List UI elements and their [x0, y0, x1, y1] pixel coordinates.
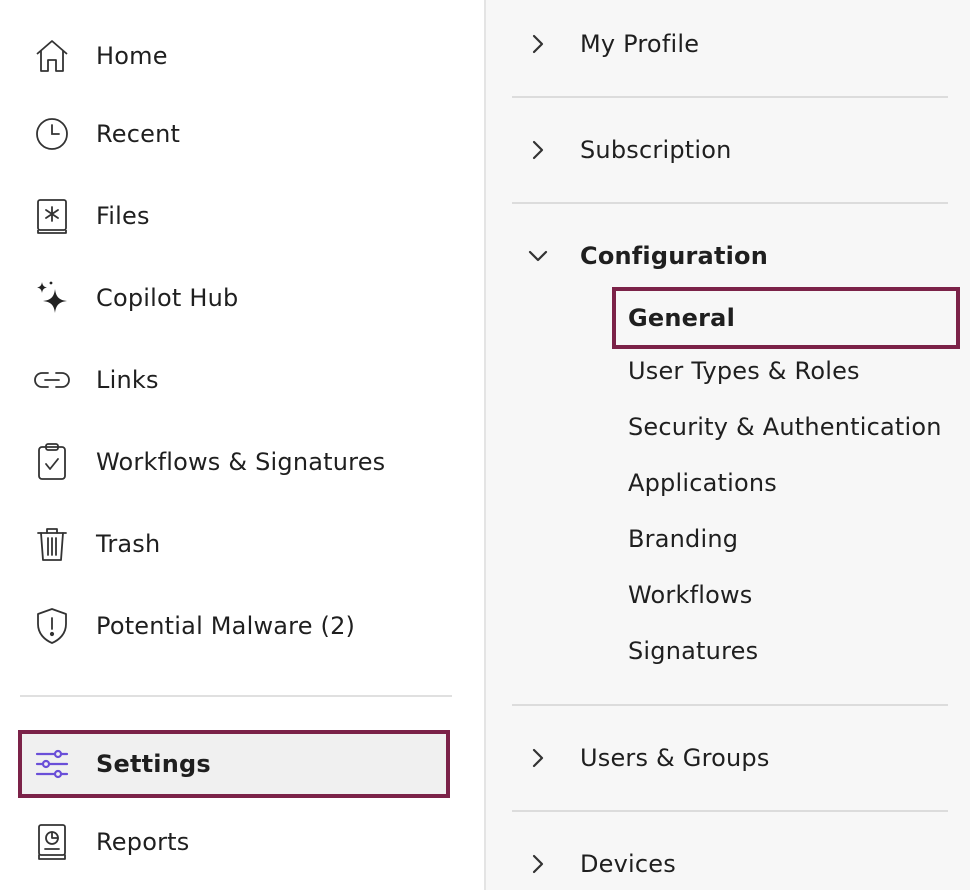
section-my-profile[interactable]: My Profile — [512, 14, 962, 74]
nav-item-potential-malware[interactable]: Potential Malware (2) — [18, 592, 450, 660]
chevron-right-icon — [526, 746, 550, 770]
nav-item-home[interactable]: Home — [18, 22, 450, 90]
section-label-configuration: Configuration — [580, 242, 769, 270]
nav-item-links[interactable]: Links — [18, 346, 450, 414]
nav-item-settings[interactable]: Settings — [18, 730, 450, 798]
chevron-down-icon — [526, 244, 550, 268]
section-label-users-groups: Users & Groups — [580, 744, 770, 772]
chevron-right-icon — [526, 852, 550, 876]
config-item-applications[interactable]: Applications — [628, 469, 777, 497]
home-icon — [32, 36, 72, 76]
link-icon — [32, 360, 72, 400]
clipboard-check-icon — [32, 442, 72, 482]
nav-item-trash[interactable]: Trash — [18, 510, 450, 578]
nav-item-copilot-hub[interactable]: Copilot Hub — [18, 264, 450, 332]
nav-label-files: Files — [96, 202, 150, 230]
nav-divider — [20, 695, 452, 697]
section-label-my-profile: My Profile — [580, 30, 700, 58]
config-item-security-authentication[interactable]: Security & Authentication — [628, 413, 942, 441]
left-navigation: Home Recent Files Copilot Hub Links Work… — [0, 0, 484, 890]
nav-item-recent[interactable]: Recent — [18, 100, 450, 168]
section-divider — [512, 704, 948, 706]
nav-label-recent: Recent — [96, 120, 181, 148]
nav-label-settings: Settings — [96, 750, 211, 778]
section-devices[interactable]: Devices — [512, 834, 962, 894]
nav-label-copilot-hub: Copilot Hub — [96, 284, 239, 312]
nav-label-trash: Trash — [96, 530, 161, 558]
clock-icon — [32, 114, 72, 154]
nav-label-potential-malware: Potential Malware (2) — [96, 612, 356, 640]
settings-panel: My Profile Subscription Configuration Ge… — [484, 0, 970, 890]
shield-alert-icon — [32, 606, 72, 646]
config-item-branding[interactable]: Branding — [628, 525, 738, 553]
nav-item-files[interactable]: Files — [18, 182, 450, 250]
nav-label-links: Links — [96, 366, 159, 394]
nav-label-reports: Reports — [96, 828, 190, 856]
section-divider — [512, 202, 948, 204]
section-divider — [512, 96, 948, 98]
config-item-general[interactable]: General — [612, 287, 960, 349]
reports-icon — [32, 822, 72, 862]
nav-item-workflows-signatures[interactable]: Workflows & Signatures — [18, 428, 450, 496]
section-subscription[interactable]: Subscription — [512, 120, 962, 180]
section-label-devices: Devices — [580, 850, 676, 878]
nav-item-reports[interactable]: Reports — [18, 808, 450, 876]
sparkle-icon — [32, 278, 72, 318]
files-icon — [32, 196, 72, 236]
chevron-right-icon — [526, 32, 550, 56]
nav-label-workflows-signatures: Workflows & Signatures — [96, 448, 386, 476]
trash-icon — [32, 524, 72, 564]
config-item-user-types-roles[interactable]: User Types & Roles — [628, 357, 860, 385]
sliders-icon — [32, 744, 72, 784]
config-item-signatures[interactable]: Signatures — [628, 637, 758, 665]
chevron-right-icon — [526, 138, 550, 162]
nav-label-home: Home — [96, 42, 168, 70]
section-configuration[interactable]: Configuration — [512, 226, 962, 286]
section-users-groups[interactable]: Users & Groups — [512, 728, 962, 788]
section-divider — [512, 810, 948, 812]
config-item-workflows[interactable]: Workflows — [628, 581, 753, 609]
section-label-subscription: Subscription — [580, 136, 732, 164]
